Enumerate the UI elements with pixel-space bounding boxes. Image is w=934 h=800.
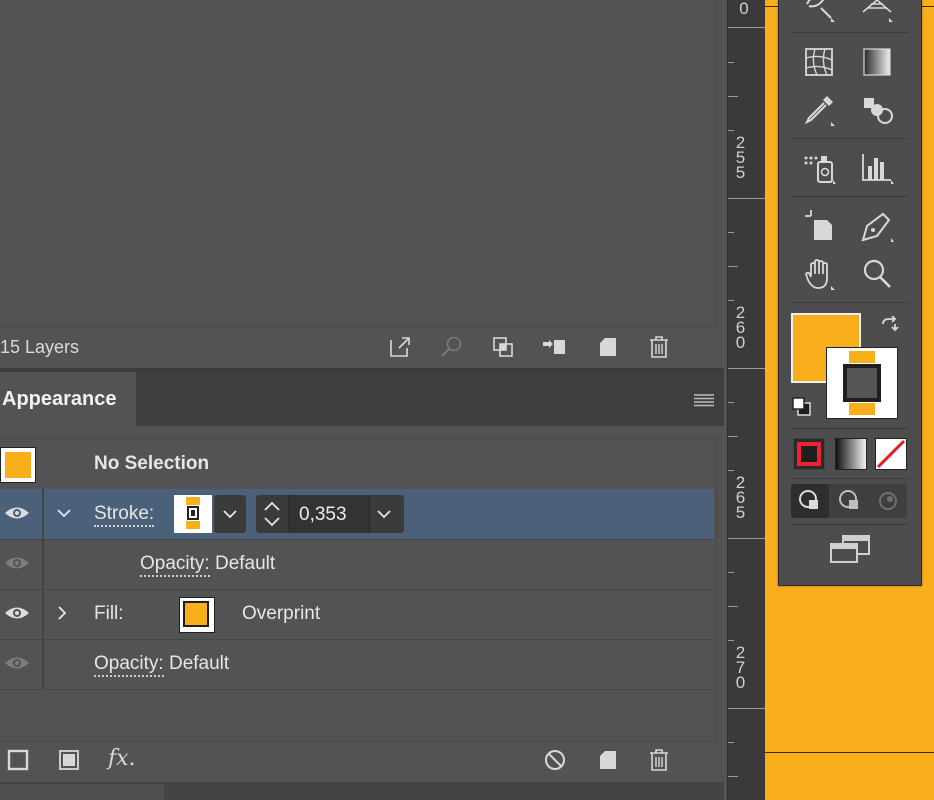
ruler-label: 0 (739, 0, 749, 18)
ruler-label: 260 (731, 303, 750, 348)
draw-inside-button[interactable] (871, 484, 907, 518)
ruler-label: 255 (731, 133, 750, 178)
visibility-eye-icon[interactable] (4, 655, 30, 671)
chevron-right-icon[interactable] (56, 605, 68, 621)
stroke-opacity-row[interactable]: Opacity: Default (0, 539, 714, 590)
fill-swatch[interactable] (179, 597, 215, 633)
mesh-tool-icon[interactable] (799, 42, 839, 82)
visibility-eye-icon[interactable] (4, 505, 30, 521)
stroke-swatch-dropdown[interactable] (214, 495, 246, 533)
add-new-stroke-icon[interactable] (4, 746, 32, 774)
selection-thumbnail (0, 447, 36, 483)
bottom-panel-tab[interactable] (0, 784, 164, 800)
opacity-value: Default (168, 653, 230, 674)
swap-colors-icon[interactable] (879, 315, 901, 343)
panel-menu-icon[interactable] (693, 392, 715, 408)
eyedropper-tool-icon[interactable] (799, 90, 839, 130)
overprint-label: Overprint (242, 603, 321, 624)
appearance-list: No Selection Stroke: 0,353 Opacity: Defa (0, 438, 717, 742)
locate-object-icon[interactable] (438, 333, 466, 361)
stroke-opacity-link[interactable]: Opacity: (140, 553, 210, 577)
ruler-label: 270 (731, 643, 750, 688)
stroke-row[interactable]: Stroke: 0,353 (0, 489, 714, 540)
default-colors-icon[interactable] (791, 396, 813, 423)
stroke-label[interactable]: Stroke: (94, 503, 155, 527)
draw-behind-button[interactable] (831, 484, 869, 518)
appearance-footer: fx. (0, 740, 724, 780)
stroke-swatch[interactable] (174, 495, 212, 533)
column-graph-icon[interactable] (857, 148, 897, 188)
stepper-arrows-icon[interactable] (262, 499, 282, 529)
screen-mode-icon[interactable] (827, 532, 873, 571)
chevron-down-icon (223, 510, 237, 519)
delete-item-icon[interactable] (645, 746, 673, 774)
stroke-label-text[interactable]: Stroke: (94, 503, 155, 527)
perspective-grid-icon[interactable] (857, 0, 897, 26)
artboard-tool-icon[interactable] (799, 206, 839, 246)
opacity-link[interactable]: Opacity: (94, 653, 164, 677)
blend-tool-icon[interactable] (857, 90, 897, 130)
fill-label: Fill: (94, 603, 124, 624)
layers-list[interactable] (0, 0, 717, 327)
chevron-down-icon[interactable] (376, 508, 392, 520)
stroke-opacity-value: Default (214, 553, 276, 574)
new-sublayer-icon[interactable] (540, 333, 568, 361)
gradient-mode-button[interactable] (835, 438, 867, 470)
vertical-ruler[interactable]: 0 255 260 265 270 (727, 0, 766, 800)
stroke-opacity-label: Opacity: Default (140, 553, 276, 577)
gradient-tool-icon[interactable] (857, 42, 897, 82)
layers-count: 15 Layers (0, 337, 80, 357)
stroke-weight-stepper[interactable]: 0,353 (256, 495, 404, 533)
fx-effects-button[interactable]: fx. (108, 746, 136, 771)
ruler-label: 265 (731, 473, 750, 518)
delete-layer-icon[interactable] (645, 333, 673, 361)
duplicate-item-icon[interactable] (594, 746, 622, 774)
visibility-eye-icon[interactable] (4, 605, 30, 621)
lasso-tool-icon[interactable] (799, 0, 839, 26)
stroke-weight-input[interactable]: 0,353 (288, 495, 370, 533)
pen-tool-icon[interactable] (857, 206, 897, 246)
add-new-fill-icon[interactable] (55, 746, 83, 774)
visibility-eye-icon[interactable] (4, 555, 30, 571)
appearance-header-row: No Selection (0, 439, 714, 490)
draw-normal-button[interactable] (791, 484, 829, 518)
new-layer-icon[interactable] (594, 333, 622, 361)
hand-tool-icon[interactable] (799, 254, 839, 294)
tab-appearance[interactable]: Appearance (0, 372, 136, 426)
symbol-sprayer-icon[interactable] (799, 148, 839, 188)
clipping-mask-icon[interactable] (489, 333, 517, 361)
export-icon[interactable] (386, 333, 414, 361)
opacity-row[interactable]: Opacity: Default (0, 639, 714, 690)
fill-row[interactable]: Fill: Overprint (0, 589, 714, 640)
stroke-color-swatch[interactable] (826, 347, 898, 419)
no-selection-label: No Selection (94, 453, 210, 474)
opacity-label: Opacity: Default (94, 653, 230, 677)
tab-appearance-label: Appearance (2, 388, 117, 410)
color-mode-button[interactable] (793, 438, 825, 470)
zoom-tool-icon[interactable] (857, 254, 897, 294)
none-mode-button[interactable] (875, 438, 907, 470)
chevron-down-icon[interactable] (56, 507, 72, 519)
stroke-weight-value: 0,353 (299, 504, 347, 525)
tools-panel (778, 0, 922, 586)
clear-appearance-icon[interactable] (541, 746, 569, 774)
